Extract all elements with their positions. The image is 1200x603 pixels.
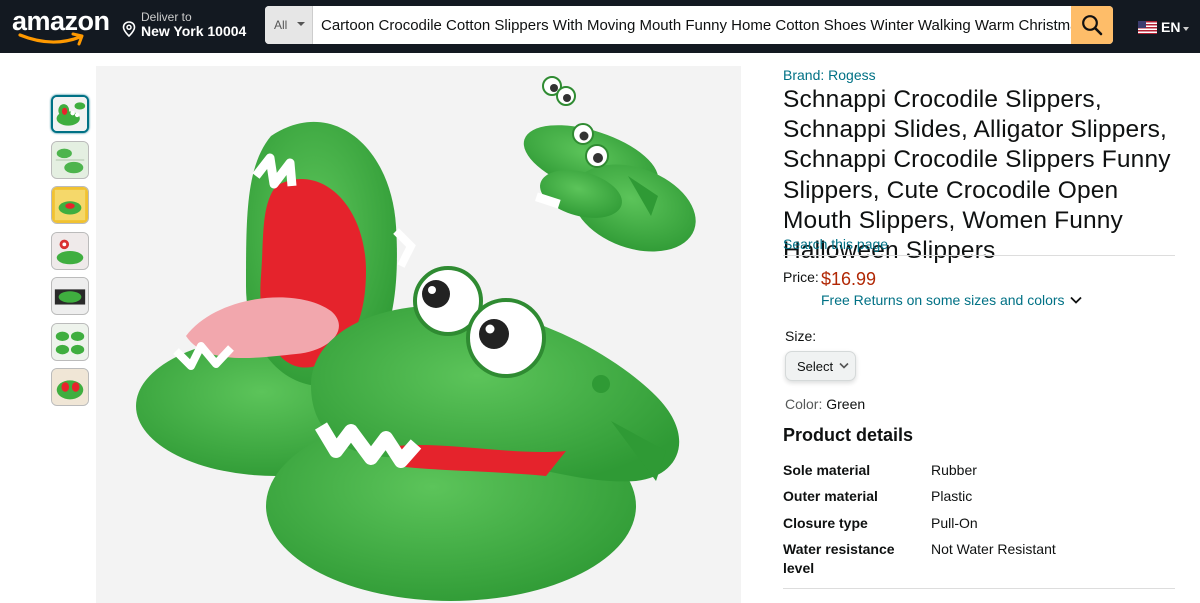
free-returns-link[interactable]: Free Returns on some sizes and colors <box>821 292 1082 308</box>
price-value: $16.99 <box>821 269 877 289</box>
top-navigation-bar: amazon Deliver to New York 10004 All EN <box>0 0 1200 53</box>
chevron-down-icon <box>1183 26 1190 31</box>
search-this-page-link[interactable]: Search this page <box>783 236 888 252</box>
thumbnail-1[interactable] <box>51 95 89 133</box>
language-label: EN <box>1161 19 1181 35</box>
thumbnail-5[interactable] <box>51 277 89 315</box>
thumbnail-3[interactable] <box>51 186 89 224</box>
thumbnail-7[interactable] <box>51 368 89 406</box>
spec-value: Plastic <box>931 488 973 504</box>
us-flag-icon <box>1138 20 1157 34</box>
color-value: Green <box>826 396 866 412</box>
caret-down-icon <box>297 22 305 26</box>
color-row: Color: Green <box>785 396 865 412</box>
location-pin-icon <box>122 21 136 37</box>
spec-value: Pull-On <box>931 515 978 531</box>
image-thumbnail-list <box>51 95 90 414</box>
chevron-down-icon <box>1069 296 1082 304</box>
spec-label: Outer material <box>783 488 878 504</box>
thumbnail-6[interactable] <box>51 322 89 361</box>
smile-arrow-icon <box>18 32 84 46</box>
deliver-location: New York 10004 <box>141 23 247 39</box>
divider <box>783 588 1175 589</box>
product-main-image[interactable] <box>96 66 741 603</box>
language-selector[interactable]: EN <box>1138 17 1190 37</box>
search-category-label: All <box>274 18 288 32</box>
spec-value: Rubber <box>931 462 977 478</box>
price-label: Price: <box>783 269 819 285</box>
spec-value: Not Water Resistant <box>931 541 1056 557</box>
spec-label: Sole material <box>783 462 871 478</box>
search-button[interactable] <box>1071 6 1113 44</box>
deliver-to-label: Deliver to <box>141 10 192 24</box>
spec-label: Water resistance level <box>783 541 895 576</box>
amazon-logo[interactable]: amazon <box>12 6 110 48</box>
color-label: Color: <box>785 396 823 412</box>
thumbnail-4[interactable] <box>51 231 89 270</box>
search-icon <box>1082 15 1103 36</box>
size-dropdown[interactable]: Select <box>785 351 856 381</box>
free-returns-label: Free Returns on some sizes and colors <box>821 292 1065 308</box>
product-details-heading: Product details <box>783 425 914 445</box>
search-bar: All <box>265 6 1113 44</box>
thumbnail-2[interactable] <box>51 140 89 179</box>
crocodile-slippers-image <box>96 66 741 603</box>
search-category-dropdown[interactable]: All <box>265 6 313 44</box>
chevron-down-icon <box>839 362 849 369</box>
divider <box>783 255 1175 256</box>
search-input[interactable] <box>313 6 1071 44</box>
size-dropdown-value: Select <box>797 359 834 374</box>
brand-link[interactable]: Brand: Rogess <box>783 67 876 83</box>
size-label: Size: <box>785 328 817 344</box>
spec-label: Closure type <box>783 515 868 531</box>
